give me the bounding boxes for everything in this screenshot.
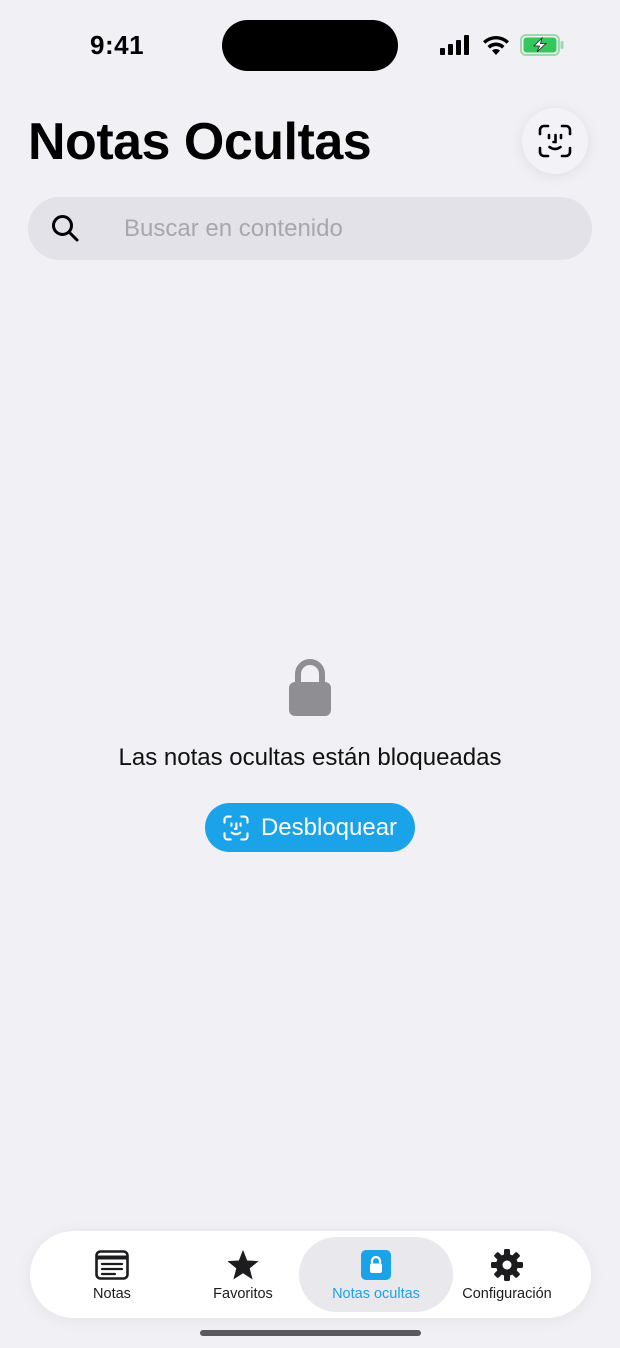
tab-notes[interactable]: Notas (42, 1237, 182, 1312)
gear-icon (490, 1248, 524, 1282)
battery-icon (520, 34, 564, 56)
lock-icon (289, 659, 331, 716)
tab-hidden-notes[interactable]: Notas ocultas (299, 1237, 453, 1312)
faceid-button[interactable] (522, 108, 588, 174)
unlock-button[interactable]: Desbloquear (205, 803, 415, 852)
tab-bar: Notas Favoritos Notas ocultas Configurac… (30, 1231, 591, 1318)
status-time: 9:41 (90, 30, 145, 60)
faceid-icon (538, 124, 572, 158)
tab-label: Notas ocultas (332, 1285, 420, 1302)
cellular-signal-icon (440, 35, 469, 55)
dynamic-island (222, 20, 398, 71)
notes-icon (95, 1248, 129, 1282)
tab-label: Favoritos (213, 1285, 273, 1302)
search-bar[interactable] (28, 197, 592, 260)
tab-favorites[interactable]: Favoritos (173, 1237, 313, 1312)
faceid-icon (223, 814, 249, 841)
tab-label: Notas (93, 1285, 131, 1302)
page-title: Notas Ocultas (28, 113, 372, 171)
home-indicator (200, 1330, 421, 1336)
tab-label: Configuración (462, 1285, 552, 1302)
tab-settings[interactable]: Configuración (444, 1237, 570, 1312)
wifi-icon (483, 35, 509, 55)
star-icon (226, 1248, 260, 1282)
search-input[interactable] (124, 197, 564, 260)
lock-icon (359, 1248, 393, 1282)
status-bar: 9:41 (0, 0, 620, 90)
locked-message: Las notas ocultas están bloqueadas (118, 744, 502, 771)
unlock-button-label: Desbloquear (260, 813, 398, 841)
search-icon (52, 215, 79, 242)
status-icons (440, 33, 564, 57)
